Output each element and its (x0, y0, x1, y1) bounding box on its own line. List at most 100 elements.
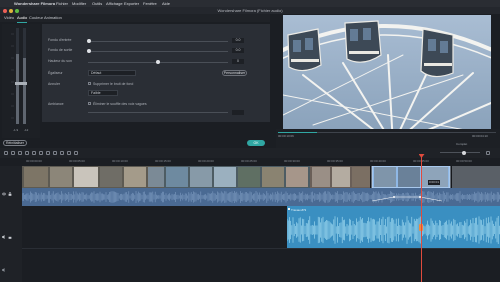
stop-icon[interactable] (298, 141, 302, 154)
ruler-tick: 00:00:35:00 (327, 159, 343, 163)
denoise-level: Faible (91, 91, 101, 95)
ruler-tick: 00:00:30:00 (284, 159, 300, 163)
equalizer-label: Égaliseur (48, 71, 63, 75)
playhead[interactable] (421, 156, 422, 282)
music-track-lock-icon[interactable] (8, 226, 12, 239)
scissors-icon[interactable] (25, 151, 29, 155)
tab-animation[interactable]: Animation (44, 14, 62, 22)
timeline-ruler[interactable]: 00:00:00:00 00:00:05:00 00:00:10:00 00:0… (22, 158, 500, 166)
menu-export[interactable]: Exporter (124, 0, 139, 7)
ambient-option: Éliminer le souffle des voix vagues (93, 102, 147, 106)
time-right: 00:00:04:10 (472, 134, 488, 138)
ambient-checkbox[interactable] (88, 102, 91, 105)
extra-track-speaker-icon[interactable] (2, 259, 6, 272)
reset-button[interactable]: Réinitialiser (3, 140, 27, 146)
menu-file[interactable]: Fichier (56, 0, 68, 7)
snapshot-icon[interactable] (474, 141, 478, 154)
ruler-tick: 00:00:40:00 (370, 159, 386, 163)
window-title: Wondershare Filmora (Fichier audio) (217, 8, 283, 13)
zoom-in-icon[interactable] (486, 151, 490, 155)
audio-detach-icon[interactable] (60, 151, 64, 155)
preview-controls: 00:00:10:06 00:00:04:10 Complet (276, 129, 500, 155)
undo-icon[interactable] (4, 151, 8, 155)
fade-in-slider[interactable] (88, 41, 228, 42)
menu-tools[interactable]: Outils (92, 0, 102, 7)
menu-view[interactable]: Affichage (106, 0, 123, 7)
color-icon[interactable] (46, 151, 50, 155)
zoom-slider[interactable] (440, 152, 480, 153)
menu-edit[interactable]: Modifier (72, 0, 86, 7)
tab-color[interactable]: Couleur (29, 14, 43, 22)
denoise-option: Supprimer le bruit de fond (93, 82, 134, 86)
time-left: 00:00:10:06 (278, 134, 294, 138)
music-clip[interactable]: Travaux/P3 (287, 206, 500, 248)
video-track-lock-icon[interactable] (8, 183, 12, 196)
ok-button[interactable]: OK (247, 140, 265, 146)
preview-video (283, 15, 491, 131)
redo-icon[interactable] (11, 151, 15, 155)
zoom-knob[interactable] (462, 150, 466, 155)
tab-audio[interactable]: Audio (17, 14, 28, 23)
ambient-slider[interactable] (88, 112, 228, 113)
maximize-window-icon[interactable] (15, 8, 19, 13)
music-waveform (287, 216, 500, 244)
audio-settings-panel: Fondu d'entrée 0.0 Fondu de sortie 0.0 H… (42, 24, 270, 122)
ruler-tick: 00:00:00:00 (26, 159, 42, 163)
speed-icon[interactable] (39, 151, 43, 155)
fade-out-knob[interactable] (87, 49, 91, 53)
menu-window[interactable]: Fenêtre (143, 0, 157, 7)
clip-tooltip: 0:00:01 (428, 180, 440, 185)
video-track-eye-icon[interactable] (1, 183, 7, 196)
ruler-tick: 00:00:10:00 (112, 159, 128, 163)
pitch-knob[interactable] (156, 60, 160, 64)
rewind-icon[interactable] (280, 141, 284, 154)
menu-help[interactable]: Aide (162, 0, 170, 7)
split-screen-icon[interactable] (67, 151, 71, 155)
ambient-label: Ambiance (48, 102, 64, 106)
music-track-speaker-icon[interactable] (2, 226, 6, 239)
quality-selector[interactable]: Complet (456, 142, 468, 146)
fade-out-label: Fondu de sortie (48, 48, 73, 52)
equalizer-dropdown[interactable]: Défaut (88, 70, 136, 76)
delete-icon[interactable] (18, 151, 22, 155)
meter-readout: -1.9 (13, 128, 19, 132)
app-name[interactable]: Wondershare Filmora (14, 0, 55, 7)
play-icon[interactable] (292, 141, 296, 154)
fullscreen-icon[interactable] (487, 141, 493, 155)
timeline-toolbar (0, 148, 500, 158)
music-icon (288, 208, 290, 210)
pitch-value[interactable]: 0 (232, 59, 244, 64)
tab-video[interactable]: Vidéo (4, 14, 14, 22)
close-window-icon[interactable] (3, 8, 7, 13)
denoise-checkbox[interactable] (88, 82, 91, 85)
fade-in-knob[interactable] (87, 39, 91, 43)
fade-in-label: Fondu d'entrée (48, 38, 72, 42)
menu-bar: Wondershare Filmora Fichier Modifier Out… (0, 0, 500, 7)
ferris-wheel-image (283, 15, 491, 131)
window-title-bar: Wondershare Filmora (Fichier audio) (0, 7, 500, 14)
audio-mixer-icon[interactable] (53, 151, 57, 155)
volume-keyframe-line[interactable] (372, 196, 450, 202)
ruler-tick: 00:00:50:00 (456, 159, 472, 163)
track-headers (0, 166, 22, 282)
fade-out-slider[interactable] (88, 51, 228, 52)
empty-track-lane (22, 248, 500, 282)
edit-tabs: Vidéo Audio Couleur Animation (0, 14, 270, 23)
ruler-tick: 00:00:05:00 (69, 159, 85, 163)
meter-value-b: -12 (24, 128, 29, 132)
ruler-tick: 00:00:15:00 (155, 159, 171, 163)
ruler-tick: 00:00:25:00 (241, 159, 257, 163)
step-back-icon[interactable] (286, 141, 290, 154)
volume-icon[interactable] (481, 141, 485, 154)
record-voiceover-icon[interactable] (74, 151, 78, 155)
denoise-level-dropdown[interactable]: Faible (88, 90, 118, 96)
customize-button[interactable]: Personnaliser (222, 70, 247, 76)
ambient-value[interactable] (232, 110, 244, 115)
fade-in-value[interactable]: 0.0 (232, 38, 244, 43)
crop-icon[interactable] (32, 151, 36, 155)
meter-graphic (11, 28, 27, 124)
equalizer-value: Défaut (91, 71, 102, 75)
fade-out-value[interactable]: 0.0 (232, 48, 244, 53)
minimize-window-icon[interactable] (9, 8, 13, 13)
preview-progress-fill (278, 132, 318, 133)
